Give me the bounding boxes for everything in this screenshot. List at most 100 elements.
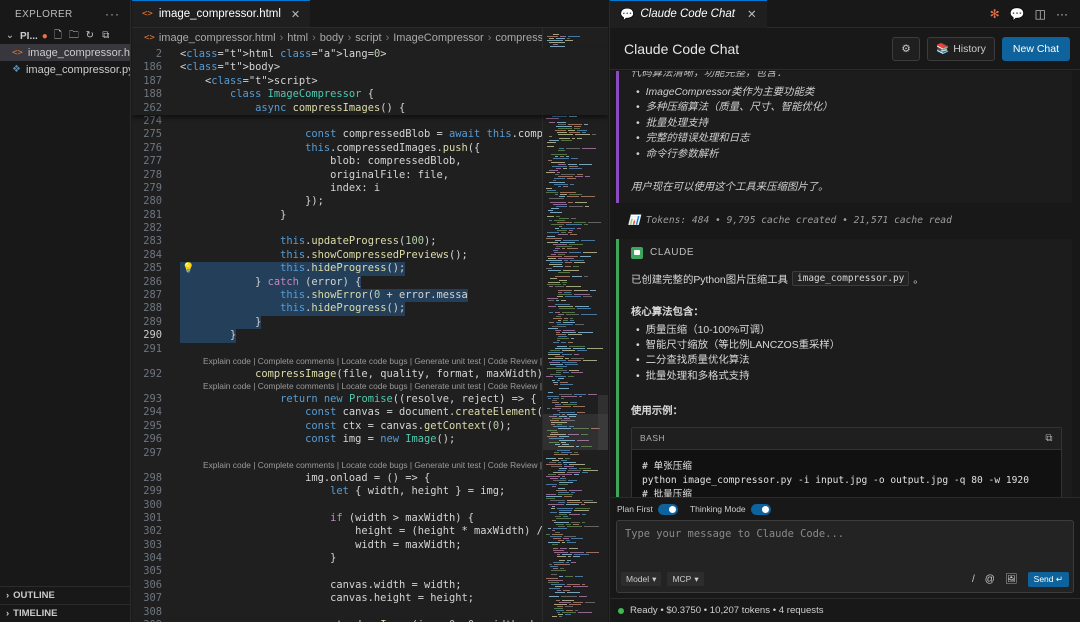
codelens-actions[interactable]: Explain code | Complete comments | Locat… [132,356,608,368]
code-line[interactable]: 292 compressImage(file, quality, format,… [132,368,608,381]
code-line[interactable]: 304 } [132,552,608,565]
toggle-switch[interactable] [750,503,771,515]
minimap-line [553,382,558,383]
code-line[interactable]: 293 return new Promise((resolve, reject)… [132,393,608,406]
copy-icon[interactable]: ⧉ [1045,433,1053,444]
code-line[interactable]: 286 } catch (error) { [132,275,608,290]
breadcrumb-item[interactable]: image_compressor.html [159,32,276,44]
thinking-mode-toggle[interactable]: Thinking Mode [690,503,771,515]
codelens-actions[interactable]: Explain code | Complete comments | Locat… [132,460,608,472]
message-input[interactable]: Type your message to Claude Code... Mode… [616,520,1074,593]
minimap-line [574,294,590,295]
file-item-py[interactable]: ❖ image_compressor.py [0,61,130,78]
code-line[interactable]: 187 <class="t">script> [132,75,608,88]
claude-icon[interactable]: ● [42,31,48,42]
more-actions-icon[interactable]: ··· [105,7,120,21]
refresh-icon[interactable]: ↻ [84,30,96,42]
more-actions-icon[interactable]: ··· [1056,7,1068,21]
new-file-icon[interactable]: 🗋 [52,30,64,42]
code-line[interactable]: 301 if (width > maxWidth) { [132,512,608,525]
code-line[interactable]: 299 let { width, height } = img; [132,485,608,498]
code-line[interactable]: 188 class ImageCompressor { [132,88,608,101]
tab-claude-code-chat[interactable]: 💬 Claude Code Chat ✕ [610,0,767,28]
minimap-line [547,298,558,299]
code-line[interactable]: 303 width = maxWidth; [132,539,608,552]
code-line[interactable]: 262 async compressImages() { [132,102,608,115]
minimap-line [562,600,574,601]
code-line[interactable]: 283 this.updateProgress(100); [132,235,608,248]
new-folder-icon[interactable]: 🗀 [68,30,80,42]
sticky-scroll[interactable]: 2 <class="t">html class="a">lang=0> 186 <cl… [132,48,608,115]
tab-image-compressor-html[interactable]: <> image_compressor.html ✕ [132,0,311,27]
mention-button[interactable]: @ [985,574,995,585]
close-icon[interactable]: ✕ [747,7,757,21]
model-selector[interactable]: Model ▾ [621,572,662,586]
send-button[interactable]: Send ↵ [1027,571,1069,587]
code-area[interactable]: 2 <class="t">html class="a">lang=0> 186 <cl… [132,48,608,622]
code-line[interactable]: 285 this.hideProgress(); 💡 [132,262,608,276]
gutter [162,262,180,275]
codelens-actions[interactable]: Explain code | Complete comments | Locat… [132,381,608,393]
collapse-all-icon[interactable]: ⧉ [100,30,112,42]
code-line[interactable]: 281 } [132,209,608,222]
close-icon[interactable]: ✕ [291,8,300,21]
breadcrumb-item[interactable]: ImageCompressor [393,32,483,44]
code-line[interactable]: 298 img.onload = () => { [132,472,608,485]
code-line[interactable]: 282 [132,222,608,235]
line-number: 285 [143,262,162,275]
code-line[interactable]: 294 const canvas = document.createElemen… [132,406,608,419]
code-line[interactable]: 279 index: i [132,182,608,195]
slash-command-button[interactable]: / [972,574,975,585]
code-line[interactable]: 274 [132,115,608,128]
code-lines[interactable]: 274 275 const compressedBlob = await this… [132,115,608,622]
plan-first-toggle[interactable]: Plan First [617,503,678,515]
code-line[interactable]: 186 <class="t">body> [132,61,608,74]
code-line[interactable]: 300 [132,499,608,512]
code-line[interactable]: 291 [132,343,608,356]
lightbulb-icon[interactable]: 💡 [182,262,194,275]
code-line[interactable]: 280 }); [132,195,608,208]
claude-logo-icon[interactable]: ✻ [990,7,1000,21]
code-line[interactable]: 288 this.hideProgress(); [132,302,608,316]
code-line[interactable]: 284 this.showCompressedPreviews(); [132,249,608,262]
editor-scrollbar[interactable] [598,395,608,450]
settings-button[interactable]: ⚙ [892,36,921,61]
code-line[interactable]: 277 blob: compressedBlob, [132,155,608,168]
minimap-line [549,362,560,363]
minimap-line [568,342,573,343]
split-editor-icon[interactable]: ◫ [1035,7,1046,21]
chat-icon[interactable]: 💬 [1010,7,1025,21]
code-line[interactable]: 297 [132,447,608,460]
code-line[interactable]: 287 this.showError(0 + error.messa [132,289,608,303]
toggle-switch[interactable] [657,503,678,515]
code-line[interactable]: 295 const ctx = canvas.getContext(0); [132,420,608,433]
history-button[interactable]: 📚 History [927,36,995,61]
breadcrumb-item[interactable]: body [320,32,344,44]
breadcrumb-item[interactable]: script [355,32,381,44]
timeline-section[interactable]: › TIMELINE [0,604,131,622]
minimap[interactable] [542,28,608,622]
image-icon[interactable]: 🖼 [1005,574,1018,585]
outline-section[interactable]: › OUTLINE [0,586,131,604]
list-item: 命令行参数解析 [631,147,1062,162]
message-list[interactable]: 代码算法清晰，功能完整，包含： ImageCompressor类作为主要功能类 … [610,71,1080,497]
code-line[interactable]: 307 canvas.height = height; [132,592,608,605]
code-line[interactable]: 290 } [132,329,608,343]
code-line[interactable]: 296 const img = new Image(); [132,433,608,446]
code-line[interactable]: 305 [132,565,608,578]
breadcrumb-item[interactable]: html [287,32,308,44]
new-chat-button[interactable]: New Chat [1001,36,1070,61]
code-line[interactable]: 2 <class="t">html class="a">lang=0> [132,48,608,61]
code-line[interactable]: 306 canvas.width = width; [132,579,608,592]
code-line[interactable]: 302 height = (height * maxWidth) / width… [132,525,608,538]
mcp-selector[interactable]: MCP ▾ [667,572,704,586]
algorithm-list: 质量压缩（10-100%可调） 智能尺寸缩放（等比例LANCZOS重采样） 二分… [631,323,1062,384]
file-item-html[interactable]: <> image_compressor.ht... [0,44,130,61]
code-line[interactable]: 276 this.compressedImages.push({ [132,142,608,155]
minimap-line [575,202,587,203]
workspace-folder[interactable]: ⌄ PI... ● 🗋 🗀 ↻ ⧉ [0,28,130,44]
code-line[interactable]: 275 const compressedBlob = await this.co… [132,128,608,141]
code-line[interactable]: 278 originalFile: file, [132,169,608,182]
code-line[interactable]: 308 [132,606,608,619]
code-line[interactable]: 289 } [132,315,608,330]
